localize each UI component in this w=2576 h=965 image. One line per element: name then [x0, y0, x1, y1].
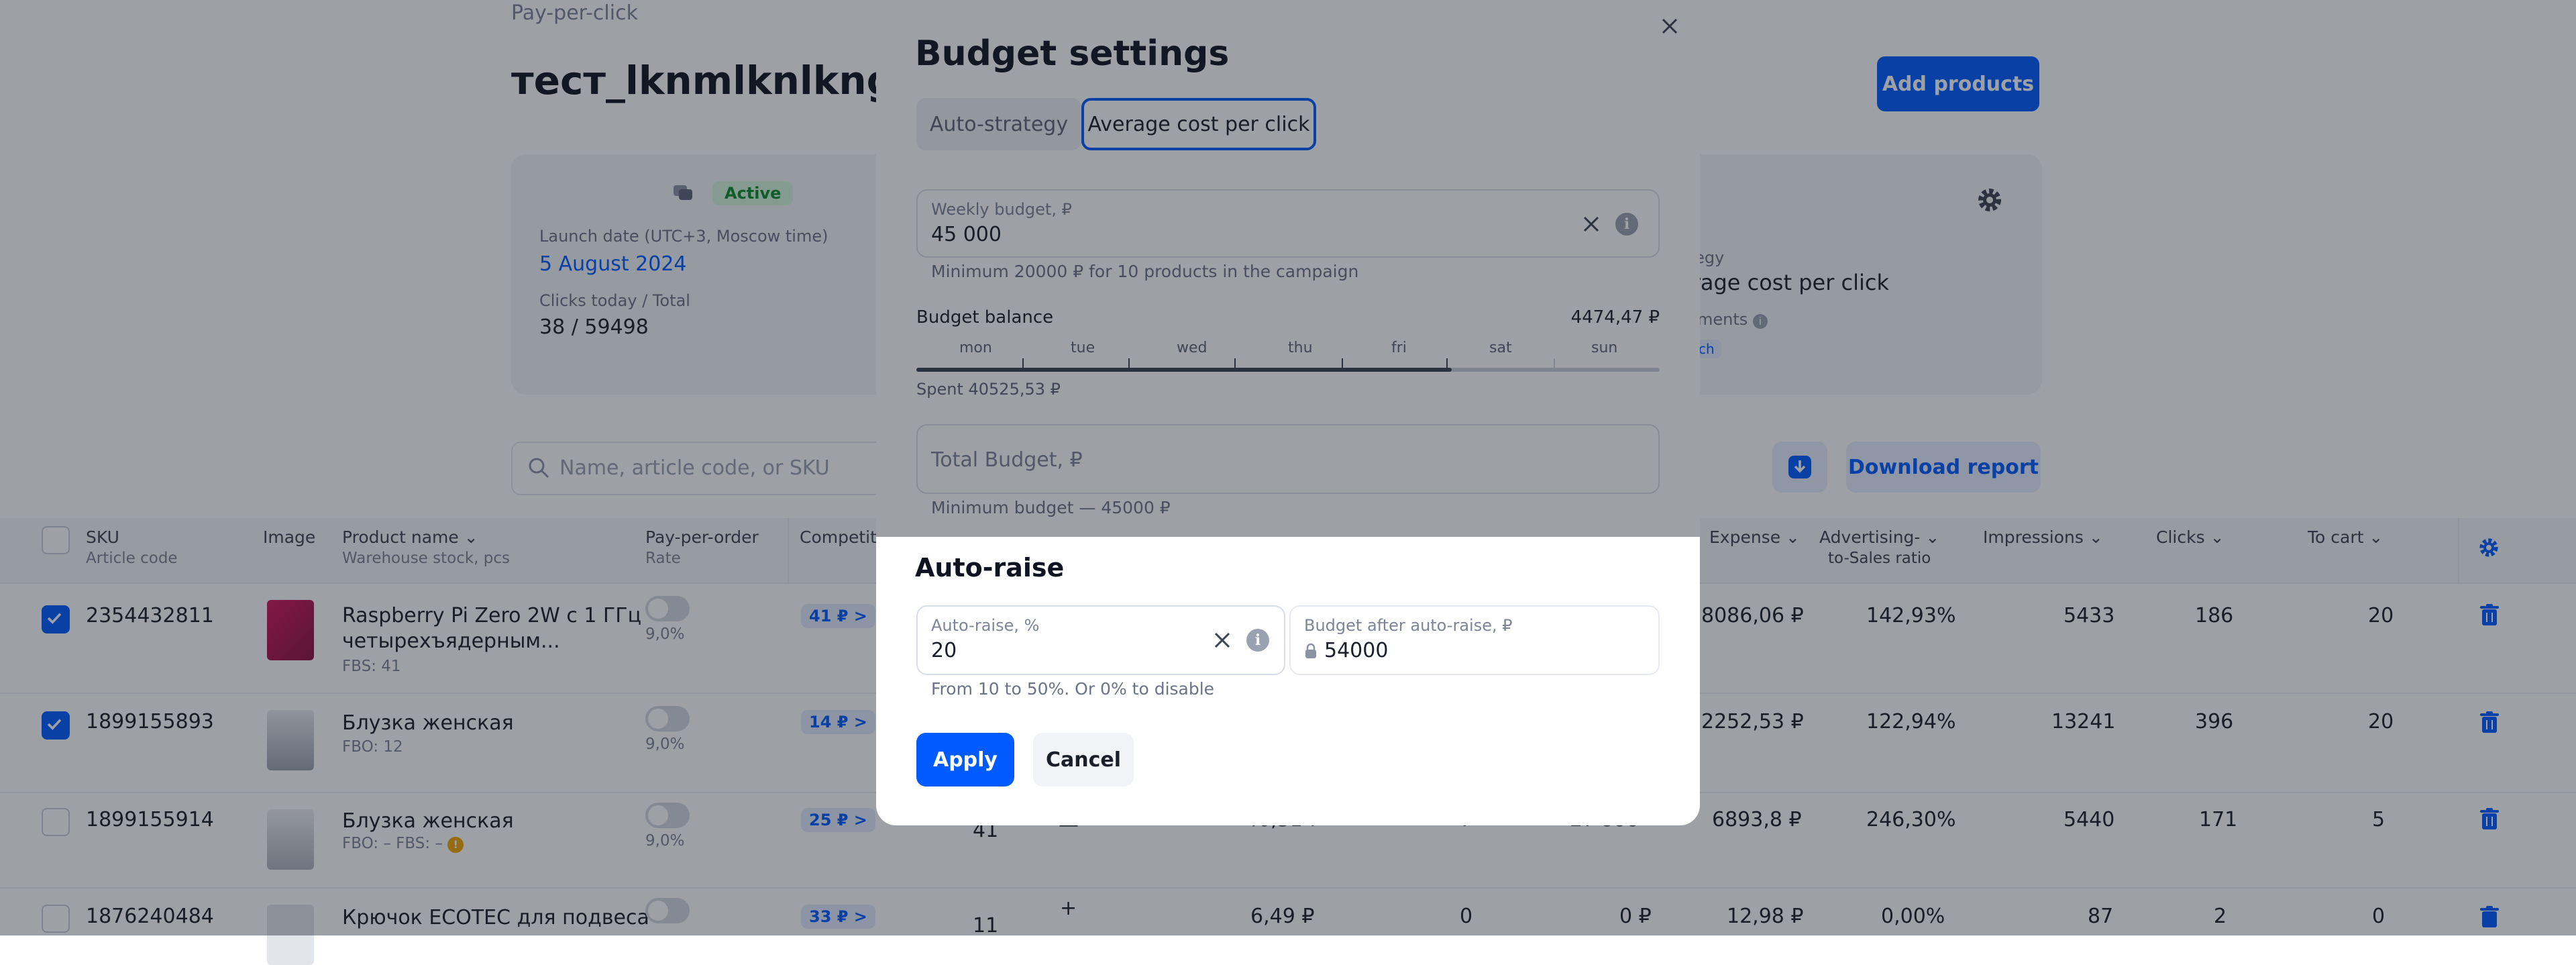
auto-raise-label: Auto-raise, %	[931, 616, 1040, 635]
budget-after-raise-field: Budget after auto-raise, ₽ 54000	[1289, 605, 1660, 675]
auto-raise-field[interactable]: Auto-raise, % 20 i	[916, 605, 1285, 675]
apply-button[interactable]: Apply	[916, 733, 1014, 786]
auto-raise-value[interactable]: 20	[931, 639, 957, 662]
budget-after-raise-value: 54000	[1324, 639, 1389, 662]
cancel-button[interactable]: Cancel	[1033, 733, 1134, 786]
auto-raise-hint: From 10 to 50%. Or 0% to disable	[931, 679, 1215, 699]
auto-raise-title: Auto-raise	[915, 553, 1065, 582]
modal-dim-overlay	[876, 0, 1700, 537]
lock-icon	[1305, 643, 1316, 658]
budget-after-raise-label: Budget after auto-raise, ₽	[1304, 616, 1513, 635]
info-icon[interactable]: i	[1246, 629, 1269, 652]
clear-icon[interactable]	[1213, 631, 1232, 650]
